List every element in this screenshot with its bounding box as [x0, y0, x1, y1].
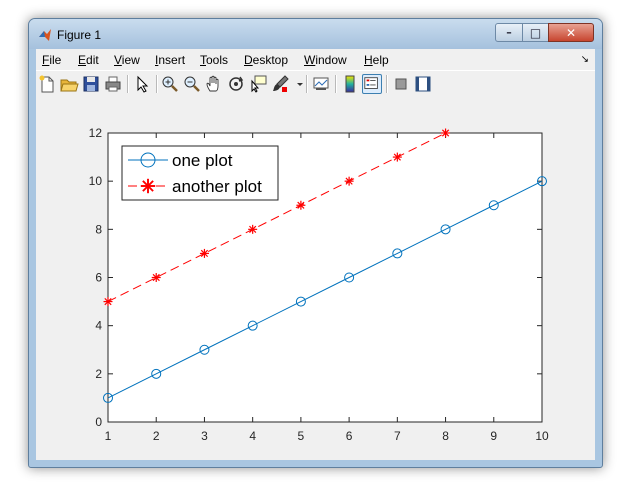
- pan-hand-icon[interactable]: [204, 74, 224, 94]
- data-point-series-2: [441, 128, 451, 138]
- y-tick-label: 12: [89, 126, 103, 140]
- zoom-out-icon[interactable]: [182, 74, 202, 94]
- x-tick-label: 7: [394, 429, 401, 443]
- toolbar-separator: [306, 75, 308, 93]
- figure-window: Figure 1 – □ ✕ File Edit View Insert Too…: [28, 18, 603, 468]
- insert-colorbar-icon[interactable]: [340, 74, 360, 94]
- menu-bar: File Edit View Insert Tools Desktop Wind…: [36, 49, 595, 69]
- data-point-series-2: [199, 248, 209, 258]
- link-plot-icon[interactable]: [311, 74, 331, 94]
- x-tick-label: 9: [490, 429, 497, 443]
- x-tick-label: 1: [105, 429, 112, 443]
- rotate-3d-icon[interactable]: [226, 74, 246, 94]
- x-tick-label: 8: [442, 429, 449, 443]
- open-file-icon[interactable]: [59, 74, 79, 94]
- maximize-button[interactable]: □: [522, 23, 549, 42]
- menu-help[interactable]: Help: [364, 53, 389, 67]
- data-cursor-icon[interactable]: [248, 74, 268, 94]
- data-point-series-2: [103, 297, 113, 307]
- x-tick-label: 4: [249, 429, 256, 443]
- new-figure-icon[interactable]: [37, 74, 57, 94]
- menu-file[interactable]: File: [42, 53, 61, 67]
- save-icon[interactable]: [81, 74, 101, 94]
- close-button[interactable]: ✕: [548, 23, 594, 42]
- minimize-button[interactable]: –: [495, 23, 523, 42]
- window-title: Figure 1: [57, 28, 102, 42]
- x-tick-label: 5: [298, 429, 305, 443]
- figure-toolbar: [36, 70, 595, 98]
- toolbar-separator: [127, 75, 129, 93]
- figure-canvas-area: 1 2 3 4 5 6 7 8 9 10 0 2 4 6 8 10 12 one plot another plot: [36, 97, 595, 460]
- legend-marker-2: [140, 178, 156, 194]
- legend-label-2: another plot: [172, 177, 262, 196]
- toolbar-separator: [156, 75, 158, 93]
- toolbar-separator: [386, 75, 388, 93]
- x-tick-label: 10: [535, 429, 549, 443]
- matlab-logo-icon: [39, 29, 51, 41]
- data-point-series-2: [151, 273, 161, 282]
- menu-view[interactable]: View: [114, 53, 140, 67]
- menu-desktop[interactable]: Desktop: [244, 53, 288, 67]
- brush-dropdown-icon[interactable]: [290, 74, 303, 94]
- y-tick-label: 2: [95, 367, 102, 381]
- data-point-series-2: [296, 200, 306, 210]
- maximize-icon: □: [529, 25, 542, 40]
- title-bar[interactable]: Figure 1 – □ ✕: [29, 19, 602, 49]
- show-plot-tools-icon[interactable]: [413, 74, 433, 94]
- close-icon: ✕: [565, 25, 577, 40]
- print-icon[interactable]: [103, 74, 123, 94]
- x-tick-label: 6: [346, 429, 353, 443]
- data-point-series-2: [392, 152, 402, 162]
- y-tick-label: 10: [89, 174, 103, 188]
- window-client-area: File Edit View Insert Tools Desktop Wind…: [36, 49, 595, 460]
- brush-icon[interactable]: [270, 74, 290, 94]
- menu-edit[interactable]: Edit: [78, 53, 99, 67]
- menu-insert[interactable]: Insert: [155, 53, 185, 67]
- legend-label-1: one plot: [172, 151, 233, 170]
- y-tick-label: 8: [95, 222, 102, 236]
- insert-legend-icon[interactable]: [362, 74, 382, 94]
- y-tick-label: 6: [95, 271, 102, 285]
- menu-window[interactable]: Window: [304, 53, 347, 67]
- menu-tools[interactable]: Tools: [200, 53, 228, 67]
- zoom-in-icon[interactable]: [160, 74, 180, 94]
- toolbar-separator: [335, 75, 337, 93]
- dock-figure-icon[interactable]: ↘: [581, 54, 589, 65]
- line-chart[interactable]: 1 2 3 4 5 6 7 8 9 10024681012one plotanother plot: [36, 97, 595, 460]
- y-tick-label: 0: [95, 415, 102, 429]
- hide-plot-tools-icon[interactable]: [391, 74, 411, 94]
- edit-plot-arrow-icon[interactable]: [132, 74, 152, 94]
- y-tick-label: 4: [95, 319, 102, 333]
- x-tick-label: 2: [153, 429, 160, 443]
- data-point-series-2: [248, 224, 258, 234]
- minimize-icon: –: [506, 26, 512, 39]
- x-tick-label: 3: [201, 429, 208, 443]
- data-point-series-2: [344, 176, 354, 186]
